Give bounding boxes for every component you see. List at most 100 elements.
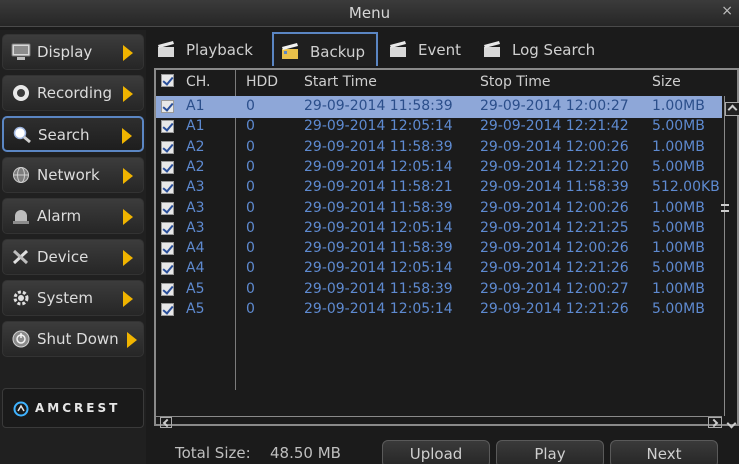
cell-hdd: 0 xyxy=(246,199,255,216)
table-row[interactable]: A4 0 29-09-2014 11:58:39 29-09-2014 12:00:2… xyxy=(156,238,722,260)
select-all-checkbox[interactable] xyxy=(161,74,174,87)
row-checkbox[interactable] xyxy=(161,201,174,215)
scroll-right-icon[interactable] xyxy=(708,417,722,428)
sidebar-item-label: Display xyxy=(37,43,93,61)
cell-ch: A2 xyxy=(186,138,205,155)
play-button[interactable]: Play xyxy=(496,440,604,464)
sidebar-item-display[interactable]: Display xyxy=(2,34,144,70)
table-row[interactable]: A1 0 29-09-2014 11:58:39 29-09-2014 12:00:2… xyxy=(156,96,722,118)
table-row[interactable]: A2 0 29-09-2014 12:05:14 29-09-2014 12:21:2… xyxy=(156,157,722,179)
tab-event[interactable]: Event xyxy=(382,32,478,66)
cell-start-time: 29-09-2014 11:58:39 xyxy=(304,240,453,257)
cell-stop-time: 29-09-2014 12:21:25 xyxy=(480,219,629,236)
sidebar-item-label: System xyxy=(37,289,93,307)
cell-start-time: 29-09-2014 11:58:39 xyxy=(304,280,453,297)
chevron-right-icon xyxy=(123,45,133,61)
table-row[interactable]: A3 0 29-09-2014 12:05:14 29-09-2014 12:21:2… xyxy=(156,218,722,240)
scroll-up-icon[interactable] xyxy=(725,102,739,116)
cell-start-time: 29-09-2014 11:58:39 xyxy=(304,138,453,155)
cell-size: 1.00MB xyxy=(652,138,705,155)
sidebar-item-search[interactable]: Search xyxy=(2,116,144,152)
row-checkbox[interactable] xyxy=(161,181,174,195)
record-icon xyxy=(13,85,29,101)
cell-stop-time: 29-09-2014 12:00:27 xyxy=(480,98,629,114)
row-checkbox[interactable] xyxy=(161,120,174,134)
sidebar: Display Recording Search Network Alarm D… xyxy=(0,30,146,464)
cell-stop-time: 29-09-2014 12:00:26 xyxy=(480,240,629,257)
sidebar-item-label: Device xyxy=(37,248,89,266)
chevron-right-icon xyxy=(123,209,133,225)
row-checkbox[interactable] xyxy=(161,242,174,256)
row-checkbox[interactable] xyxy=(161,282,174,296)
sidebar-item-label: Shut Down xyxy=(37,330,119,348)
upload-button[interactable]: Upload xyxy=(382,440,490,464)
scroll-down-icon[interactable] xyxy=(725,420,739,434)
cell-start-time: 29-09-2014 12:05:14 xyxy=(304,260,453,277)
footer-bar: Total Size: 48.50 MB Upload Play Next xyxy=(150,436,739,464)
cell-start-time: 29-09-2014 12:05:14 xyxy=(304,219,453,236)
sidebar-item-device[interactable]: Device xyxy=(2,239,144,275)
alarm-icon xyxy=(13,210,29,224)
table-row[interactable]: A2 0 29-09-2014 11:58:39 29-09-2014 12:00:2… xyxy=(156,137,722,159)
chevron-right-icon xyxy=(127,332,137,348)
window-title: Menu xyxy=(348,4,391,22)
row-checkbox[interactable] xyxy=(161,221,174,235)
tab-backup[interactable]: Backup xyxy=(272,32,378,66)
sidebar-item-label: Search xyxy=(38,126,90,144)
cell-hdd: 0 xyxy=(246,158,255,175)
scroll-left-icon[interactable] xyxy=(160,417,172,428)
table-row[interactable]: A3 0 29-09-2014 11:58:21 29-09-2014 11:58:3… xyxy=(156,177,722,199)
horizontal-scrollbar[interactable] xyxy=(156,416,722,428)
tab-label: Playback xyxy=(186,41,253,59)
table-row[interactable]: A5 0 29-09-2014 12:05:14 29-09-2014 12:21:2… xyxy=(156,299,722,321)
sidebar-item-system[interactable]: System xyxy=(2,280,144,316)
table-row[interactable]: A3 0 29-09-2014 11:58:39 29-09-2014 12:00:2… xyxy=(156,198,722,220)
row-checkbox[interactable] xyxy=(161,262,174,276)
clapper-icon xyxy=(484,41,500,57)
cell-size: 1.00MB xyxy=(652,98,705,114)
cell-ch: A3 xyxy=(186,219,205,236)
tab-label: Log Search xyxy=(512,41,596,59)
cell-stop-time: 29-09-2014 11:58:39 xyxy=(480,179,629,196)
cell-start-time: 29-09-2014 12:05:14 xyxy=(304,301,453,317)
cell-ch: A5 xyxy=(186,280,205,297)
chevron-right-icon xyxy=(123,291,133,307)
cell-start-time: 29-09-2014 12:05:14 xyxy=(304,158,453,175)
header-start-time: Start Time xyxy=(304,74,377,90)
close-icon[interactable]: × xyxy=(721,3,733,19)
table-row[interactable]: A5 0 29-09-2014 11:58:39 29-09-2014 12:00:2… xyxy=(156,279,722,301)
cell-hdd: 0 xyxy=(246,301,255,317)
power-icon xyxy=(12,330,30,348)
row-checkbox[interactable] xyxy=(161,303,174,316)
sidebar-item-recording[interactable]: Recording xyxy=(2,75,144,111)
cell-ch: A5 xyxy=(186,301,205,317)
cell-ch: A2 xyxy=(186,158,205,175)
chevron-right-icon xyxy=(123,86,133,102)
tab-log-search[interactable]: Log Search xyxy=(476,32,616,66)
clapper-icon xyxy=(158,41,174,57)
sidebar-item-shutdown[interactable]: Shut Down xyxy=(2,321,144,357)
amcrest-logo-icon xyxy=(13,401,29,417)
cell-ch: A1 xyxy=(186,118,205,135)
chevron-right-icon xyxy=(123,168,133,184)
table-row[interactable]: A4 0 29-09-2014 12:05:14 29-09-2014 12:21:2… xyxy=(156,258,722,280)
cell-size: 5.00MB xyxy=(652,219,705,236)
table-row[interactable]: A1 0 29-09-2014 12:05:14 29-09-2014 12:21:4… xyxy=(156,116,722,138)
cell-stop-time: 29-09-2014 12:00:26 xyxy=(480,138,629,155)
tab-playback[interactable]: Playback xyxy=(150,32,268,66)
cell-size: 1.00MB xyxy=(652,280,705,297)
brand-logo: AMCREST xyxy=(2,388,144,428)
row-checkbox[interactable] xyxy=(161,100,174,113)
vertical-scrollbar[interactable] xyxy=(721,96,739,416)
monitor-icon xyxy=(11,43,31,60)
search-icon xyxy=(13,126,31,144)
sidebar-item-alarm[interactable]: Alarm xyxy=(2,198,144,234)
tab-label: Event xyxy=(418,41,461,59)
next-button[interactable]: Next xyxy=(610,440,718,464)
scroll-thumb[interactable] xyxy=(721,204,729,212)
cell-start-time: 29-09-2014 11:58:39 xyxy=(304,98,453,114)
sidebar-item-label: Network xyxy=(37,166,100,184)
sidebar-item-network[interactable]: Network xyxy=(2,157,144,193)
row-checkbox[interactable] xyxy=(161,160,174,174)
row-checkbox[interactable] xyxy=(161,140,174,154)
